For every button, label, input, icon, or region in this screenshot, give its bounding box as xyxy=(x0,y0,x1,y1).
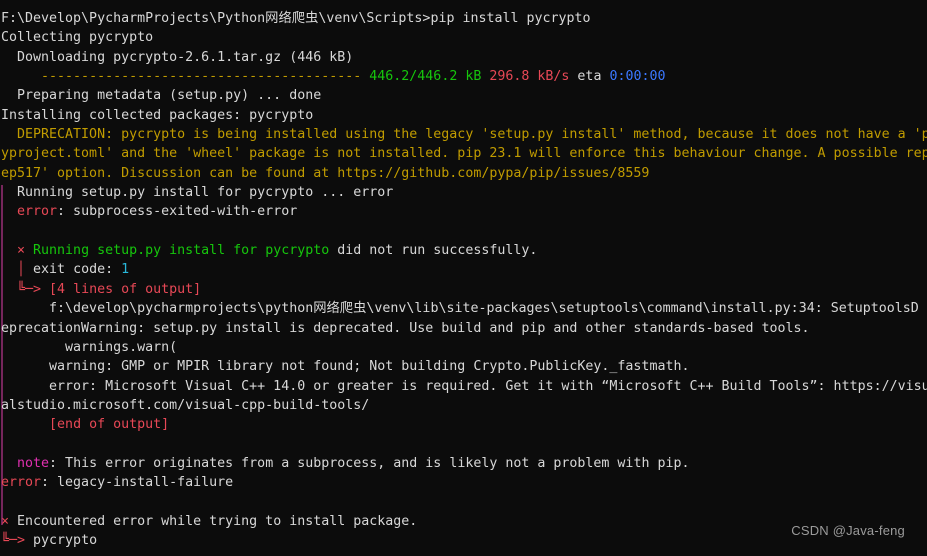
subprocess-exited-line-seg-0 xyxy=(1,204,17,219)
note-subprocess-line-seg-0 xyxy=(1,456,17,471)
terminal-window[interactable]: F:\Develop\PycharmProjects\Python网络爬虫\ve… xyxy=(0,0,927,556)
output-line-3-seg-0: warning: GMP or MPIR library not found; … xyxy=(1,359,690,375)
preparing-metadata-line-seg-0: Preparing metadata (setup.py) ... done xyxy=(1,88,322,104)
installing-collected-line-seg-0: Installing collected packages: pycrypto xyxy=(1,107,314,123)
output-line-1a: f:\develop\pycharmprojects\python网络爬虫\ve… xyxy=(0,299,927,318)
end-of-output-line-seg-0 xyxy=(1,417,49,432)
deprecation-line-2: yproject.toml' and the 'wheel' package i… xyxy=(0,144,927,163)
collecting-line: Collecting pycrypto xyxy=(0,28,927,47)
lines-of-output-line-seg-2: [4 lines of output] xyxy=(49,281,202,297)
output-line-1b: eprecationWarning: setup.py install is d… xyxy=(0,319,927,338)
blank-3-seg-0 xyxy=(1,495,9,510)
subprocess-exited-line: error: subprocess-exited-with-error xyxy=(0,202,927,221)
blank-4-seg-0 xyxy=(1,553,9,556)
encountered-error-line: × Encountered error while trying to inst… xyxy=(0,512,927,531)
note-subprocess-line-seg-1: note xyxy=(17,455,50,471)
deprecation-line-2-seg-0: yproject.toml' and the 'wheel' package i… xyxy=(1,146,927,162)
error-header-line: × Running setup.py install for pycrypto … xyxy=(0,241,927,260)
output-line-3: warning: GMP or MPIR library not found; … xyxy=(0,357,927,376)
exit-code-line-seg-1: │ xyxy=(17,262,26,278)
deprecation-line-3: ep517' option. Discussion can be found a… xyxy=(0,164,927,183)
encountered-error-line-seg-1: Encountered error while trying to instal… xyxy=(17,513,418,529)
error-header-line-seg-2: Running setup.py install for pycrypto xyxy=(33,243,330,259)
output-line-1a-seg-0: f:\develop\pycharmprojects\python网络爬虫\ve… xyxy=(1,301,919,317)
preparing-metadata-line: Preparing metadata (setup.py) ... done xyxy=(0,86,927,105)
prompt-command-line-seg-0: F:\Develop\PycharmProjects\Python网络爬虫\ve… xyxy=(1,11,591,26)
output-line-4a-seg-0: error: Microsoft Visual C++ 14.0 or grea… xyxy=(1,378,927,394)
prompt-command-line: F:\Develop\PycharmProjects\Python网络爬虫\ve… xyxy=(0,9,927,28)
progress-bar-line-seg-4: 296.8 kB/s xyxy=(489,69,570,85)
legacy-install-failure-line-seg-0: error xyxy=(1,475,42,491)
collecting-line-seg-0: Collecting pycrypto xyxy=(1,30,154,46)
encountered-error-line-seg-0: × xyxy=(1,513,18,529)
blank-2 xyxy=(0,435,927,454)
exit-code-line-seg-2: exit code: xyxy=(25,262,122,278)
output-line-4a: error: Microsoft Visual C++ 14.0 or grea… xyxy=(0,377,927,396)
note-subprocess-line: note: This error originates from a subpr… xyxy=(0,454,927,473)
blank-1-seg-0 xyxy=(1,224,9,239)
blank-2-seg-0 xyxy=(1,437,9,452)
deprecation-line-1-seg-0: DEPRECATION: pycrypto is being installed… xyxy=(1,127,927,143)
legacy-install-failure-line: error: legacy-install-failure xyxy=(0,473,927,492)
error-header-line-seg-3: did not run successfully. xyxy=(329,243,538,259)
progress-bar-line-seg-5: eta xyxy=(569,69,610,85)
package-name-line-seg-0: ╚─> xyxy=(1,533,34,549)
progress-bar-line-seg-0 xyxy=(1,69,41,84)
output-line-4b: alstudio.microsoft.com/visual-cpp-build-… xyxy=(0,396,927,415)
progress-bar-line: ----------------------------------------… xyxy=(0,67,927,86)
output-line-4b-seg-0: alstudio.microsoft.com/visual-cpp-build-… xyxy=(1,397,370,413)
end-of-output-line-seg-1: [end of output] xyxy=(49,417,170,433)
blank-1 xyxy=(0,222,927,241)
exit-code-line-seg-0 xyxy=(1,262,17,277)
subprocess-exited-line-seg-2: : subprocess-exited-with-error xyxy=(57,204,298,220)
error-header-line-seg-1: × xyxy=(17,243,34,259)
blank-3 xyxy=(0,493,927,512)
lines-of-output-line-seg-0 xyxy=(1,282,17,297)
running-setup-line-seg-0: Running setup.py install for pycrypto ..… xyxy=(1,185,394,201)
installing-collected-line: Installing collected packages: pycrypto xyxy=(0,106,927,125)
output-line-2: warnings.warn( xyxy=(0,338,927,357)
deprecation-line-1: DEPRECATION: pycrypto is being installed… xyxy=(0,125,927,144)
terminal-screen[interactable]: F:\Develop\PycharmProjects\Python网络爬虫\ve… xyxy=(0,9,927,556)
deprecation-line-3-seg-0: ep517' option. Discussion can be found a… xyxy=(1,165,650,181)
downloading-line: Downloading pycrypto-2.6.1.tar.gz (446 k… xyxy=(0,48,927,67)
lines-of-output-line-seg-1: ╚─> xyxy=(17,281,50,297)
subprocess-exited-line-seg-1: error xyxy=(17,204,58,220)
progress-bar-line-seg-1: ---------------------------------------- xyxy=(41,69,370,85)
legacy-install-failure-line-seg-1: : legacy-install-failure xyxy=(41,475,234,491)
blank-4 xyxy=(0,551,927,556)
exit-code-line: │ exit code: 1 xyxy=(0,260,927,279)
package-name-line: ╚─> pycrypto xyxy=(0,531,927,550)
csdn-watermark: CSDN @Java-feng xyxy=(791,522,905,538)
downloading-line-seg-0: Downloading pycrypto-2.6.1.tar.gz (446 k… xyxy=(1,49,354,65)
output-line-1b-seg-0: eprecationWarning: setup.py install is d… xyxy=(1,320,810,336)
lines-of-output-line: ╚─> [4 lines of output] xyxy=(0,280,927,299)
note-subprocess-line-seg-2: : This error originates from a subproces… xyxy=(49,455,690,471)
running-setup-line: Running setup.py install for pycrypto ..… xyxy=(0,183,927,202)
output-line-2-seg-0: warnings.warn( xyxy=(1,339,178,355)
exit-code-line-seg-3: 1 xyxy=(121,262,130,278)
error-header-line-seg-0 xyxy=(1,243,17,258)
progress-bar-line-seg-2: 446.2/446.2 kB xyxy=(369,69,482,85)
end-of-output-line: [end of output] xyxy=(0,415,927,434)
progress-bar-line-seg-6: 0:00:00 xyxy=(609,69,666,85)
package-name-line-seg-1: pycrypto xyxy=(33,533,98,549)
